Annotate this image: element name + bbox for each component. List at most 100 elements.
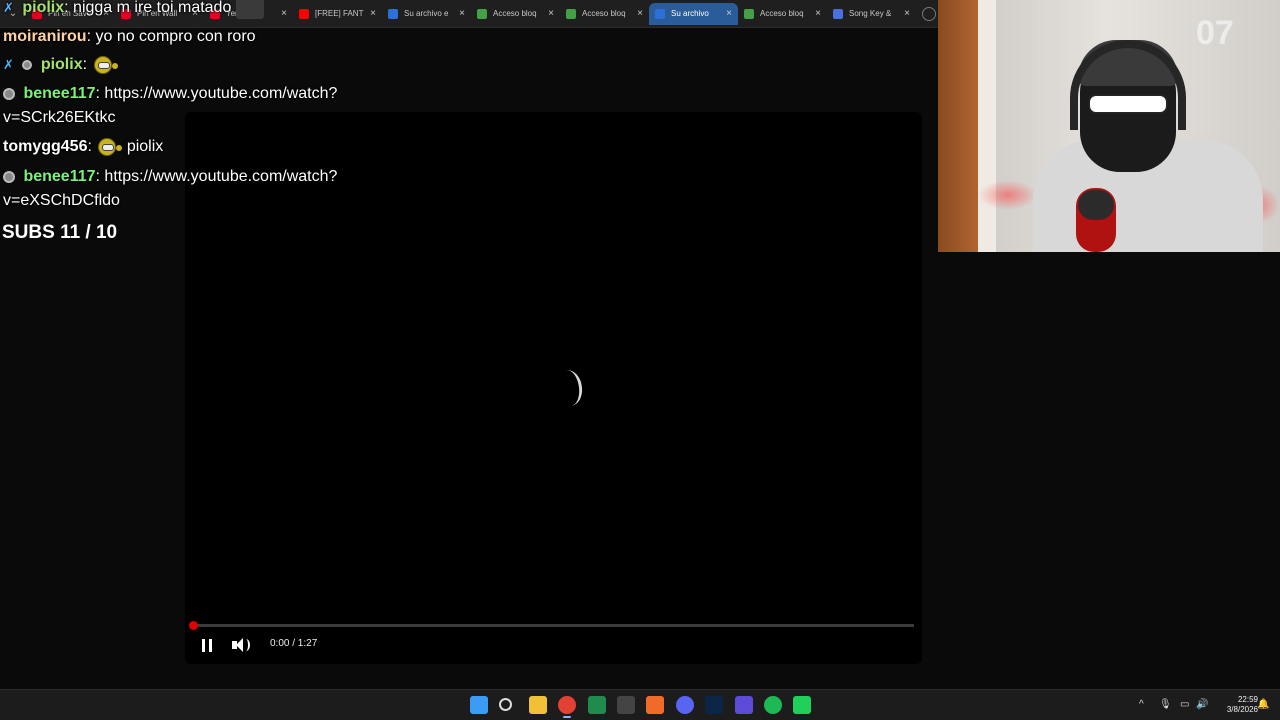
webcam-feed: 07 — [938, 0, 1280, 252]
file-explorer-icon[interactable] — [529, 696, 547, 714]
tab-favicon-icon — [388, 8, 398, 19]
emote-icon — [92, 55, 118, 75]
tab-favicon-icon — [299, 8, 309, 19]
tab-title: Acceso bloq — [582, 9, 626, 18]
chat-username: tomygg456 — [3, 138, 88, 156]
chat-username: piolix — [40, 56, 83, 74]
microphone-head — [1078, 190, 1114, 220]
chat-text: piolix — [126, 138, 164, 156]
helmet-badge-icon — [3, 170, 15, 183]
clock-date: 3/8/2026 — [1226, 705, 1258, 714]
tab-title: Acceso bloq — [493, 9, 537, 18]
browser-tab[interactable]: Su archivo × — [649, 2, 738, 25]
chrome-icon[interactable] — [558, 696, 576, 718]
browser-tab[interactable]: Acceso bloq × — [560, 3, 649, 25]
chat-text: yo no compro con roro — [95, 28, 256, 45]
webcam-logo: 07 — [1196, 14, 1234, 52]
volume-button[interactable] — [232, 636, 252, 654]
tab-close-icon[interactable]: × — [815, 8, 821, 19]
tab-title: [FREE] FANT — [315, 9, 364, 18]
tab-close-icon[interactable]: × — [726, 8, 732, 19]
emote-icon — [96, 137, 123, 157]
tab-favicon-icon — [566, 8, 576, 19]
helmet-badge-icon — [3, 87, 15, 100]
chat-separator: : — [82, 56, 88, 74]
tab-favicon-icon — [744, 8, 754, 19]
system-clock[interactable]: 22:59 3/8/2026 — [1210, 695, 1258, 715]
chat-message: benee117: https://www.youtube.com/watch?… — [3, 85, 337, 126]
tab-favicon-icon — [833, 8, 843, 19]
microphone-tray-icon[interactable]: 🎙 — [1159, 699, 1172, 710]
excel-icon[interactable] — [588, 696, 606, 714]
chat-separator: : — [95, 85, 100, 102]
chat-link-continued[interactable]: v=eXSChDCfldo — [3, 192, 120, 210]
browser-tab[interactable]: Acceso bloq × — [471, 3, 560, 25]
browser-tab[interactable]: [FREE] FANT × — [293, 3, 382, 25]
webcam-light-glow — [978, 180, 1038, 210]
search-icon[interactable] — [499, 698, 512, 711]
chat-username: moiranirou — [3, 28, 87, 45]
chat-username: benee117 — [23, 168, 96, 185]
discord-icon[interactable] — [676, 696, 694, 714]
progress-bar[interactable] — [189, 621, 914, 630]
pause-button[interactable] — [202, 639, 212, 652]
tab-close-icon[interactable]: × — [459, 8, 465, 19]
time-display: 0:00 / 1:27 — [270, 638, 318, 649]
chat-link-continued[interactable]: v=SCrk26EKtkc — [3, 109, 115, 127]
sword-badge-icon: ✗ — [3, 0, 14, 15]
windows-taskbar: ^ 🎙 ▭ 🔊 22:59 3/8/2026 🔔 — [0, 689, 1280, 720]
vpn-icon[interactable] — [735, 696, 753, 714]
chat-message: tomygg456: piolix — [3, 137, 163, 157]
notification-bell-icon[interactable]: 🔔 — [1257, 699, 1269, 710]
brave-icon[interactable] — [646, 696, 664, 714]
webcam-door-frame — [978, 0, 996, 252]
chat-message: moiranirou: yo no compro con roro — [3, 28, 256, 46]
emote-icon — [235, 0, 264, 19]
video-player[interactable]: 0:00 / 1:27 — [185, 112, 922, 664]
helmet-badge-icon — [22, 60, 33, 70]
chat-username: benee117 — [23, 85, 96, 102]
tab-close-icon[interactable]: × — [370, 8, 376, 19]
spotify-icon[interactable] — [764, 696, 782, 714]
progress-scrubber[interactable] — [189, 621, 198, 630]
browser-tab[interactable]: Su archivo e × — [382, 3, 471, 25]
player-controls: 0:00 / 1:27 — [185, 632, 922, 660]
browser-tab[interactable]: Acceso bloq × — [738, 3, 827, 25]
subs-goal-counter: SUBS 11 / 10 — [2, 222, 118, 243]
chat-separator: : — [87, 138, 92, 156]
chat-separator: : — [86, 28, 92, 45]
windows-start-icon[interactable] — [470, 696, 488, 714]
chat-message: ✗ piolix: — [3, 55, 118, 75]
chat-link[interactable]: https://www.youtube.com/watch? — [104, 85, 337, 102]
tab-close-icon[interactable]: × — [281, 8, 287, 19]
chat-username: piolix — [22, 0, 65, 17]
photoshop-icon[interactable] — [705, 696, 723, 714]
chat-message: ✗ piolix: nigga m ire toi matado — [3, 0, 264, 19]
tab-favicon-icon — [477, 8, 487, 19]
sunglasses — [1088, 94, 1168, 114]
browser-tab[interactable]: Song Key & × — [827, 3, 916, 25]
tab-close-icon[interactable]: × — [904, 8, 910, 19]
tray-chevron-icon[interactable]: ^ — [1139, 699, 1144, 710]
sound-wave — [242, 639, 250, 651]
loading-spinner-icon — [553, 368, 585, 408]
tab-title: Song Key & — [849, 9, 892, 18]
tab-favicon-icon — [655, 8, 665, 19]
obs-icon[interactable] — [617, 696, 635, 714]
stream-screen: ⌄ Pin en Save×Pin en Wall×Yenawarn×[FREE… — [0, 0, 1280, 720]
chat-separator: : — [64, 0, 69, 17]
clipchamp-icon[interactable] — [793, 696, 811, 714]
tab-title: Su archivo e — [404, 9, 449, 18]
chat-message: benee117: https://www.youtube.com/watch?… — [3, 168, 337, 209]
clock-time: 22:59 — [1237, 695, 1258, 704]
network-icon[interactable]: ▭ — [1180, 699, 1189, 710]
tab-close-icon[interactable]: × — [637, 8, 643, 19]
new-tab-icon[interactable] — [922, 6, 936, 21]
tab-close-icon[interactable]: × — [548, 8, 554, 19]
sword-badge-icon: ✗ — [3, 57, 14, 72]
volume-tray-icon[interactable]: 🔊 — [1196, 699, 1208, 710]
chat-text: nigga m ire toi matado — [73, 0, 232, 17]
chat-link[interactable]: https://www.youtube.com/watch? — [104, 168, 337, 185]
webcam-door — [938, 0, 978, 252]
tab-title: Acceso bloq — [760, 9, 804, 18]
